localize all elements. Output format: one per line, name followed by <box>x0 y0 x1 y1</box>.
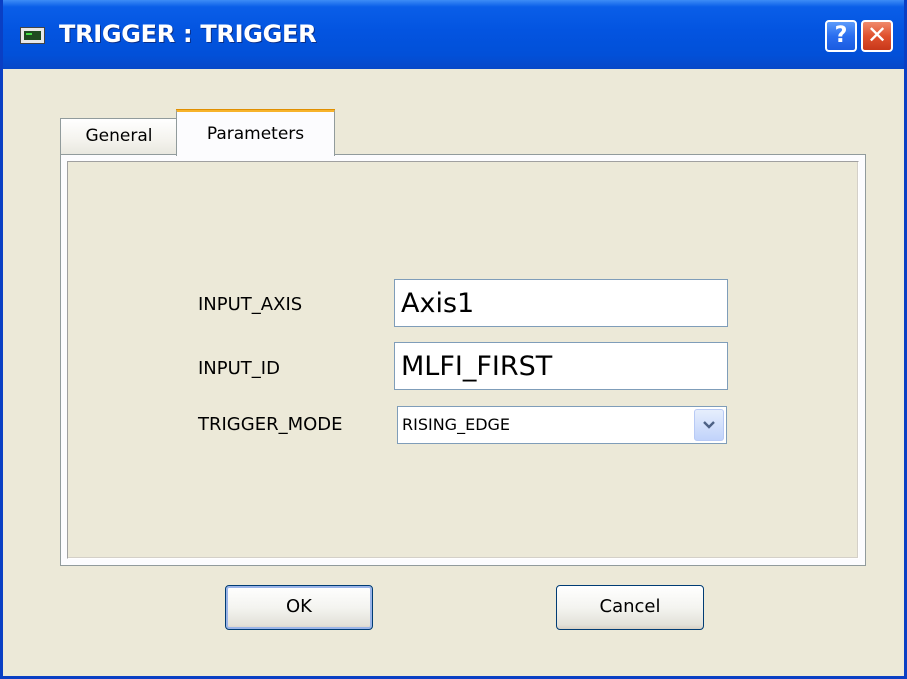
cancel-button[interactable]: Cancel <box>556 585 704 630</box>
trigger-mode-label: TRIGGER_MODE <box>198 414 343 435</box>
tab-parameters[interactable]: Parameters <box>176 109 335 156</box>
ok-button[interactable]: OK <box>225 585 373 630</box>
terminal-icon <box>20 27 45 44</box>
tab-general-label: General <box>85 126 153 146</box>
input-id-label: INPUT_ID <box>198 358 280 379</box>
trigger-mode-select[interactable]: RISING_EDGE <box>397 406 727 444</box>
tab-parameters-label: Parameters <box>206 124 305 144</box>
dialog-window: TRIGGER : TRIGGER ? ✕ General Parameters… <box>0 0 907 679</box>
close-button[interactable]: ✕ <box>861 20 893 52</box>
input-axis-field[interactable] <box>394 279 728 327</box>
dropdown-button[interactable] <box>694 409 724 441</box>
input-axis-label: INPUT_AXIS <box>198 294 303 315</box>
title-bar[interactable]: TRIGGER : TRIGGER ? ✕ <box>3 0 904 69</box>
input-id-field[interactable] <box>394 342 728 390</box>
tab-general[interactable]: General <box>60 118 178 154</box>
help-button[interactable]: ? <box>825 20 857 52</box>
window-title: TRIGGER : TRIGGER <box>59 20 317 48</box>
trigger-mode-value: RISING_EDGE <box>402 415 511 434</box>
close-icon: ✕ <box>866 21 888 49</box>
help-icon: ? <box>834 23 848 48</box>
chevron-down-icon <box>703 421 715 429</box>
